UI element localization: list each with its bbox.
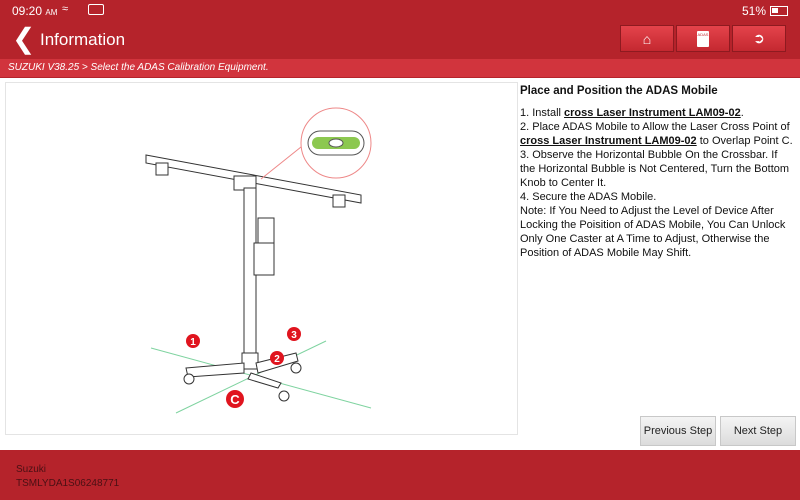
header: ❮ Information ⌂ ADAS ➲ — [0, 22, 800, 58]
wifi-icon: ≈ — [62, 3, 69, 15]
adas-button[interactable]: ADAS — [676, 25, 730, 52]
footer: Suzuki TSMLYDA1S06248771 — [0, 451, 800, 500]
vehicle-vin: TSMLYDA1S06248771 — [16, 478, 120, 489]
home-button[interactable]: ⌂ — [620, 25, 674, 52]
marker-c: C — [226, 390, 244, 408]
status-bar: 09:20 AM ≈ 51% — [0, 0, 800, 22]
step-1: 1. Install cross Laser Instrument LAM09-… — [520, 107, 744, 119]
exit-button[interactable]: ➲ — [732, 25, 786, 52]
svg-text:C: C — [230, 392, 240, 407]
breadcrumb: SUZUKI V38.25 > Select the ADAS Calibrat… — [0, 59, 800, 77]
exit-icon: ➲ — [753, 30, 765, 46]
svg-text:2: 2 — [274, 354, 280, 365]
marker-1: 1 — [186, 334, 200, 348]
obd-connector-icon — [88, 4, 104, 15]
back-button[interactable]: ❮ — [12, 24, 35, 54]
calibration-illustration: 1 2 3 C — [5, 82, 518, 435]
step-2: 2. Place ADAS Mobile to Allow the Laser … — [520, 121, 793, 147]
vehicle-make: Suzuki — [16, 464, 47, 475]
svg-text:3: 3 — [291, 330, 297, 341]
previous-step-button[interactable]: Previous Step — [640, 416, 716, 446]
main-content: 1 2 3 C Place and Position the ADAS Mobi… — [0, 78, 800, 450]
adas-mobile-stand — [145, 154, 362, 402]
battery-icon — [770, 6, 788, 16]
note: Note: If You Need to Adjust the Level of… — [520, 205, 786, 259]
next-step-button[interactable]: Next Step — [720, 416, 796, 446]
marker-2: 2 — [270, 351, 284, 365]
marker-3: 3 — [287, 327, 301, 341]
clock: 09:20 AM — [12, 4, 58, 18]
instructions-title: Place and Position the ADAS Mobile — [520, 85, 718, 97]
step-4: 4. Secure the ADAS Mobile. — [520, 191, 657, 203]
page-title: Information — [40, 30, 126, 49]
step-3: 3. Observe the Horizontal Bubble On the … — [520, 149, 790, 189]
adas-icon: ADAS — [697, 30, 709, 47]
home-icon: ⌂ — [642, 30, 652, 47]
battery-status: 51% — [742, 4, 788, 18]
bubble-level-callout — [260, 107, 372, 180]
instructions: Place and Position the ADAS Mobile 1. In… — [520, 84, 795, 260]
svg-text:1: 1 — [190, 337, 196, 348]
